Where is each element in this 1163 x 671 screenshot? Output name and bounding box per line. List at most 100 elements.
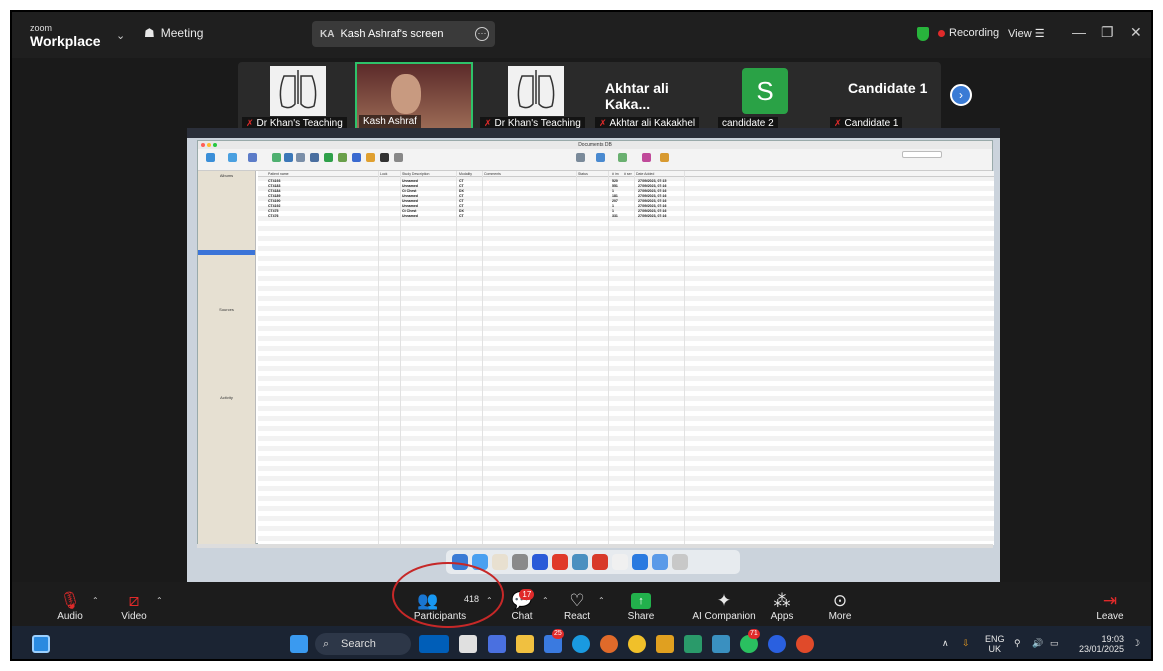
participant-tile[interactable]: Candidate 1 ✗ Candidate 1 — [828, 62, 938, 130]
meeting-menu[interactable]: ☗ Meeting — [144, 26, 203, 40]
toolbar-icon[interactable] — [296, 153, 305, 162]
leave-button[interactable]: ⇥ Leave — [1090, 582, 1130, 626]
minimize-dot-icon[interactable] — [207, 143, 211, 147]
powerpoint-icon[interactable] — [796, 635, 814, 653]
column-header[interactable]: Status — [578, 171, 588, 177]
table-row[interactable]: CT4184 Ct Chest DX 1 27/09/2023, 07:16 — [258, 189, 994, 194]
participant-tile[interactable]: ✗ Dr Khan's Teaching — [478, 62, 590, 130]
next-page-icon[interactable]: › — [950, 84, 972, 106]
toolbar-icon[interactable] — [228, 153, 237, 162]
apps-button[interactable]: ⁂ Apps — [762, 582, 802, 626]
firefox-icon[interactable] — [600, 635, 618, 653]
toolbar-icon[interactable] — [284, 153, 293, 162]
column-header[interactable]: # ser — [624, 171, 632, 177]
toolbar-icon[interactable] — [206, 153, 215, 162]
zoom-taskbar-icon[interactable] — [768, 635, 786, 653]
table-row[interactable]: CT4183 Unnamed CT 551 27/09/2023, 07:16 — [258, 184, 994, 189]
clock[interactable]: 19:03 23/01/2025 — [1074, 634, 1124, 654]
share-button[interactable]: ↑ Share — [621, 582, 661, 626]
table-row[interactable]: CT4190 Unnamed CT 207 27/09/2023, 07:16 — [258, 199, 994, 204]
recording-indicator[interactable]: Recording — [938, 27, 999, 39]
column-header[interactable]: # im — [612, 171, 619, 177]
toolbar-icon[interactable] — [394, 153, 403, 162]
search-field[interactable] — [902, 151, 942, 158]
security-shield-icon[interactable] — [917, 27, 929, 41]
outlook-icon[interactable] — [532, 554, 548, 570]
minimize-icon[interactable]: — — [1072, 24, 1086, 40]
nhs-app-icon[interactable] — [419, 635, 449, 653]
toolbar-icon[interactable] — [366, 153, 375, 162]
more-options-icon[interactable]: ⋯ — [475, 27, 489, 41]
chat-options-icon[interactable]: ⌃ — [542, 596, 549, 605]
ai-companion-button[interactable]: ✦ AI Companion — [684, 582, 764, 626]
settings-icon[interactable] — [512, 554, 528, 570]
acrobat-icon[interactable] — [592, 554, 608, 570]
chat-button[interactable]: 💬 17 Chat — [502, 582, 542, 626]
network-icon[interactable]: ⚲ — [1014, 638, 1021, 648]
app-icon[interactable] — [656, 635, 674, 653]
trash-icon[interactable] — [672, 554, 688, 570]
toolbar-icon[interactable] — [338, 153, 347, 162]
zoom-dot-icon[interactable] — [213, 143, 217, 147]
teams-icon[interactable] — [488, 635, 506, 653]
photos-icon[interactable] — [492, 554, 508, 570]
table-row[interactable]: CT4189 Unnamed CT 181 27/09/2023, 07:16 — [258, 194, 994, 199]
chevron-down-icon[interactable]: ⌄ — [116, 29, 125, 42]
screen-share-indicator[interactable]: KA Kash Ashraf's screen ⋯ — [312, 21, 495, 47]
participant-tile-active-speaker[interactable]: Kash Ashraf — [355, 62, 473, 130]
folder-icon[interactable] — [652, 554, 668, 570]
toolbar-icon[interactable] — [248, 153, 257, 162]
toolbar-icon[interactable] — [324, 153, 333, 162]
column-header[interactable]: Comments — [484, 171, 501, 177]
close-dot-icon[interactable] — [201, 143, 205, 147]
toolbar-icon[interactable] — [642, 153, 651, 162]
video-options-icon[interactable]: ⌃ — [156, 596, 163, 605]
audio-button[interactable]: 🎙 Audio — [50, 582, 90, 626]
column-header[interactable]: Modality — [459, 171, 472, 177]
react-options-icon[interactable]: ⌃ — [598, 596, 605, 605]
album-item[interactable] — [198, 291, 255, 296]
tray-expand-icon[interactable]: ∧ — [942, 638, 949, 648]
volume-icon[interactable]: 🔊 — [1032, 638, 1043, 648]
close-icon[interactable]: ✕ — [1130, 24, 1142, 41]
widgets-icon[interactable] — [32, 635, 50, 653]
restore-icon[interactable]: ❐ — [1101, 24, 1114, 41]
table-row[interactable]: CT4192 Unnamed CT 1 27/09/2023, 07:16 — [258, 204, 994, 209]
column-header[interactable]: Lock — [380, 171, 387, 177]
app-icon[interactable] — [459, 635, 477, 653]
chrome-icon[interactable] — [612, 554, 628, 570]
battery-icon[interactable]: ▭ — [1050, 638, 1059, 648]
video-button[interactable]: ⧄ Video — [114, 582, 154, 626]
column-header[interactable]: Date Added — [636, 171, 654, 177]
file-explorer-icon[interactable] — [516, 635, 534, 653]
toolbar-icon[interactable] — [272, 153, 281, 162]
react-button[interactable]: ♡ React — [557, 582, 597, 626]
taskbar-search[interactable]: ⌕ Search — [315, 633, 411, 655]
participant-tile[interactable]: S candidate 2 — [716, 62, 816, 130]
toolbar-icon[interactable] — [380, 153, 389, 162]
table-row[interactable]: CT4193 Unnamed CT 520 27/09/2023, 07:15 — [258, 179, 994, 184]
zoom-app-icon[interactable] — [632, 554, 648, 570]
edge-icon[interactable] — [572, 635, 590, 653]
powerpoint-icon[interactable] — [552, 554, 568, 570]
table-row[interactable]: CT476 Unnamed CT 331 27/09/2023, 07:16 — [258, 214, 994, 219]
chrome-icon[interactable] — [628, 635, 646, 653]
view-button[interactable]: View ☰ — [1008, 27, 1045, 40]
toolbar-icon[interactable] — [352, 153, 361, 162]
more-button[interactable]: ⊙ More — [820, 582, 860, 626]
tray-app-icon[interactable]: ⇩ — [962, 638, 970, 648]
toolbar-icon[interactable] — [660, 153, 669, 162]
participant-tile[interactable]: ✗ Dr Khan's Teaching — [240, 62, 352, 130]
toolbar-icon[interactable] — [618, 153, 627, 162]
app-icon[interactable] — [684, 635, 702, 653]
notifications-icon[interactable]: ☽ — [1132, 638, 1140, 648]
language-indicator[interactable]: ENG UK — [985, 634, 1005, 654]
audio-options-icon[interactable]: ⌃ — [92, 596, 99, 605]
horos-icon[interactable] — [572, 554, 588, 570]
toolbar-icon[interactable] — [596, 153, 605, 162]
windows-start-icon[interactable] — [290, 635, 308, 653]
table-row[interactable]: CT475 Ct Chest DX 1 27/09/2023, 07:16 — [258, 209, 994, 214]
column-header[interactable]: Patient name — [268, 171, 289, 177]
column-header[interactable]: Study Description — [402, 171, 429, 177]
participant-tile[interactable]: Akhtar ali Kaka... ✗ Akhtar ali Kakakhel — [593, 62, 713, 130]
